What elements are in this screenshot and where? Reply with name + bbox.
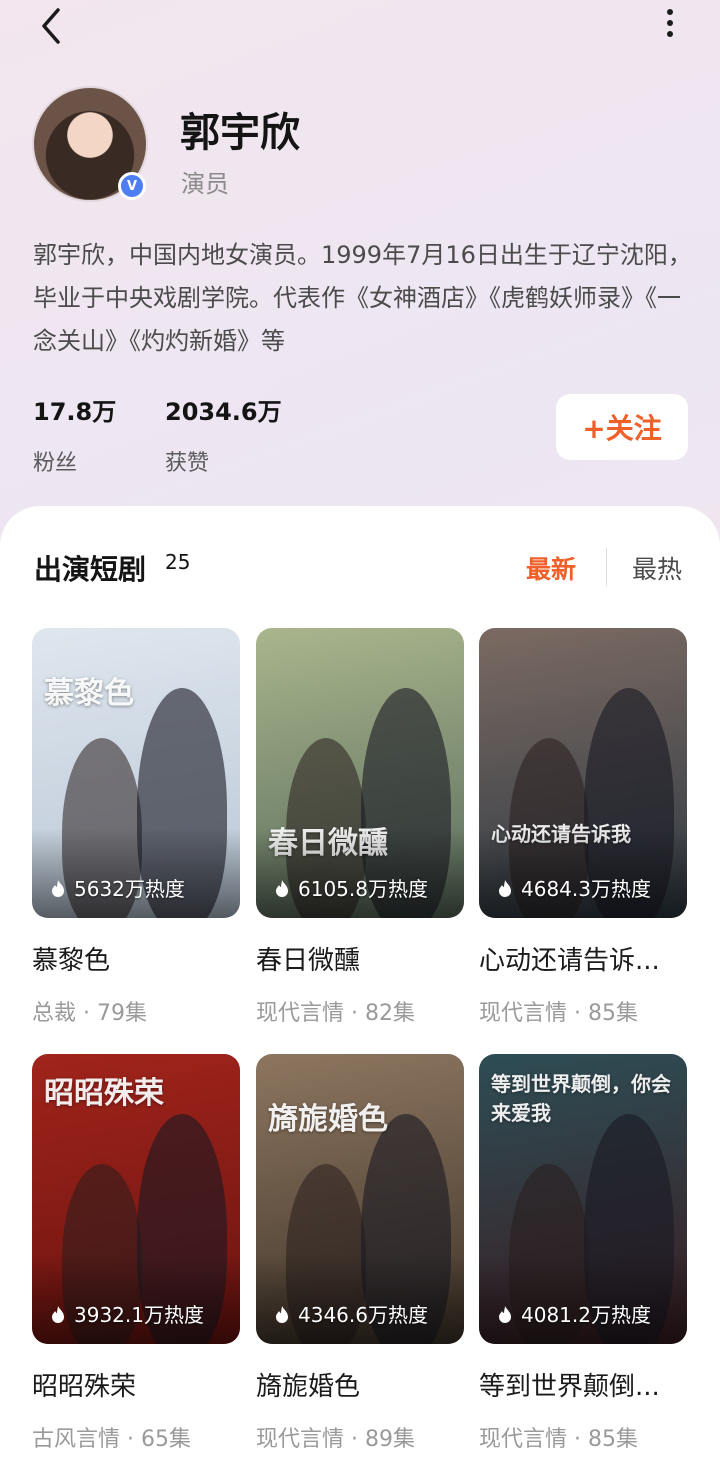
fans-stat[interactable]: 17.8万 粉丝 xyxy=(33,392,116,477)
flame-icon xyxy=(52,1306,64,1323)
section-count: 25 xyxy=(165,550,191,574)
heat-count: 4081.2万热度 xyxy=(521,1303,651,1327)
drama-title[interactable]: 昭昭殊荣 xyxy=(32,1366,240,1403)
section-title: 出演短剧 xyxy=(34,553,147,586)
drama-poster[interactable]: 昭昭殊荣 3932.1万热度 xyxy=(32,1054,240,1344)
more-dot-icon xyxy=(667,9,673,15)
drama-meta: 古风言情 · 65集 xyxy=(32,1427,191,1452)
poster-title-art: 等到世界颠倒，你会来爱我 xyxy=(491,1072,671,1125)
sort-divider xyxy=(606,548,607,586)
drama-card[interactable]: 春日微醺6105.8万热度春日微醺现代言情 · 82集 xyxy=(256,628,464,1027)
more-options-button[interactable] xyxy=(660,4,680,44)
profile-name: 郭宇欣 xyxy=(180,110,300,156)
chevron-left-icon xyxy=(42,8,60,44)
more-dot-icon xyxy=(667,20,673,26)
back-button[interactable] xyxy=(30,4,74,48)
heat-count: 3932.1万热度 xyxy=(74,1303,204,1327)
drama-poster[interactable]: 春日微醺6105.8万热度 xyxy=(256,628,464,918)
likes-stat: 2034.6万 获赞 xyxy=(165,392,282,477)
fans-label: 粉丝 xyxy=(33,451,78,476)
drama-card[interactable]: 慕黎色 5632万热度 慕黎色 总裁 · 79集 xyxy=(32,628,240,1027)
likes-label: 获赞 xyxy=(165,451,210,476)
poster-title-art: 旖旎婚色 xyxy=(268,1102,388,1137)
likes-count: 2034.6万 xyxy=(165,398,282,426)
drama-title[interactable]: 旖旎婚色 xyxy=(256,1366,464,1403)
drama-meta: 现代言情 · 89集 xyxy=(256,1427,415,1452)
flame-icon xyxy=(276,1306,288,1323)
drama-meta: 总裁 · 79集 xyxy=(32,1001,147,1026)
top-bar xyxy=(0,0,720,60)
drama-title[interactable]: 春日微醺 xyxy=(256,940,464,977)
drama-meta: 现代言情 · 85集 xyxy=(479,1001,638,1026)
heat-count: 6105.8万热度 xyxy=(298,877,428,901)
drama-card[interactable]: 旖旎婚色 4346.6万热度 旖旎婚色 现代言情 · 89集 xyxy=(256,1054,464,1453)
avatar-container[interactable]: V xyxy=(32,86,148,202)
poster-title-art: 昭昭殊荣 xyxy=(44,1076,164,1111)
verified-badge-icon: V xyxy=(118,172,146,200)
follow-button[interactable]: +关注 xyxy=(556,394,688,460)
drama-poster[interactable]: 心动还请告诉我4684.3万热度 xyxy=(479,628,687,918)
drama-title[interactable]: 慕黎色 xyxy=(32,940,240,977)
drama-meta: 现代言情 · 82集 xyxy=(256,1001,415,1026)
poster-title-art: 慕黎色 xyxy=(44,676,134,711)
drama-poster[interactable]: 等到世界颠倒，你会来爱我 4081.2万热度 xyxy=(479,1054,687,1344)
drama-poster[interactable]: 旖旎婚色 4346.6万热度 xyxy=(256,1054,464,1344)
fans-count: 17.8万 xyxy=(33,398,117,426)
drama-meta: 现代言情 · 85集 xyxy=(479,1427,638,1452)
heat-count: 4684.3万热度 xyxy=(521,877,651,901)
sort-latest-tab[interactable]: 最新 xyxy=(526,550,576,586)
heat-count: 4346.6万热度 xyxy=(298,1303,428,1327)
flame-icon xyxy=(499,1306,511,1323)
profile-role: 演员 xyxy=(181,170,229,198)
drama-card[interactable]: 等到世界颠倒，你会来爱我 4081.2万热度等到世界颠倒... 现代言情 · 85集 xyxy=(479,1054,687,1453)
flame-icon xyxy=(276,880,288,897)
drama-title[interactable]: 心动还请告诉... xyxy=(479,940,687,977)
drama-title[interactable]: 等到世界颠倒... xyxy=(479,1366,687,1403)
heat-count: 5632万热度 xyxy=(74,877,185,901)
profile-bio: 郭宇欣，中国内地女演员。1999年7月16日出生于辽宁沈阳，毕业于中央戏剧学院。… xyxy=(33,241,692,355)
more-dot-icon xyxy=(667,31,673,37)
flame-icon xyxy=(499,880,511,897)
sort-hottest-tab[interactable]: 最热 xyxy=(632,550,682,586)
drama-card[interactable]: 心动还请告诉我4684.3万热度心动还请告诉... 现代言情 · 85集 xyxy=(479,628,687,1027)
drama-card[interactable]: 昭昭殊荣 3932.1万热度 昭昭殊荣 古风言情 · 65集 xyxy=(32,1054,240,1453)
drama-poster[interactable]: 慕黎色 5632万热度 xyxy=(32,628,240,918)
flame-icon xyxy=(52,880,64,897)
